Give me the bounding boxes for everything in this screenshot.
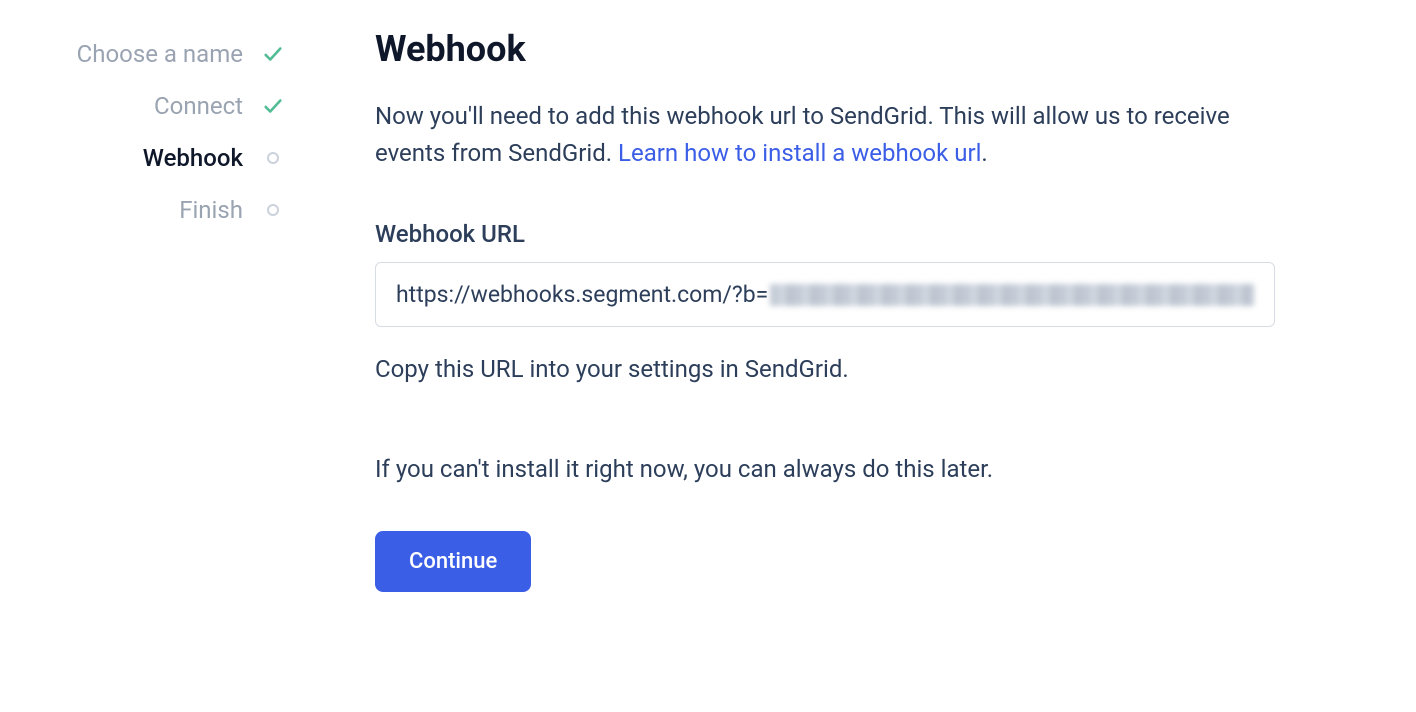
wizard-sidebar: Choose a name Connect Webhook Finish bbox=[0, 28, 305, 712]
step-choose-name[interactable]: Choose a name bbox=[40, 28, 285, 80]
webhook-url-text: https://webhooks.segment.com/?b= bbox=[396, 281, 768, 308]
page-title: Webhook bbox=[375, 28, 1275, 70]
webhook-url-label: Webhook URL bbox=[375, 220, 1275, 248]
step-connect[interactable]: Connect bbox=[40, 80, 285, 132]
step-label: Choose a name bbox=[77, 40, 243, 68]
step-label: Webhook bbox=[143, 144, 243, 172]
webhook-description: Now you'll need to add this webhook url … bbox=[375, 98, 1275, 172]
webhook-url-field[interactable]: https://webhooks.segment.com/?b= bbox=[375, 262, 1275, 327]
learn-link[interactable]: Learn how to install a webhook url bbox=[618, 139, 981, 167]
step-finish[interactable]: Finish bbox=[40, 184, 285, 236]
check-icon bbox=[261, 94, 285, 118]
later-text: If you can't install it right now, you c… bbox=[375, 451, 1275, 487]
copy-help-text: Copy this URL into your settings in Send… bbox=[375, 351, 1275, 387]
step-label: Connect bbox=[154, 92, 243, 120]
main-content: Webhook Now you'll need to add this webh… bbox=[305, 28, 1355, 712]
step-label: Finish bbox=[179, 196, 243, 224]
description-text-end: . bbox=[981, 139, 987, 167]
circle-icon bbox=[261, 146, 285, 170]
redacted-token bbox=[770, 284, 1254, 306]
circle-icon bbox=[261, 198, 285, 222]
continue-button[interactable]: Continue bbox=[375, 531, 531, 592]
check-icon bbox=[261, 42, 285, 66]
step-webhook[interactable]: Webhook bbox=[40, 132, 285, 184]
